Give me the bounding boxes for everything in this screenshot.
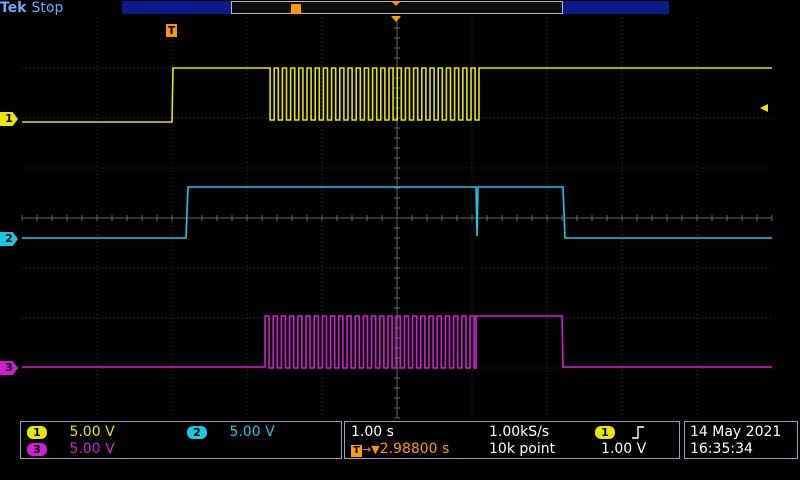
time-per-div[interactable]: 1.00 s	[351, 424, 394, 440]
channel-scale-box[interactable]: 1 5.00 V 2 5.00 V 3 5.00 V	[20, 421, 342, 459]
ch2-chip: 2	[187, 426, 207, 439]
sample-rate[interactable]: 1.00kS/s	[489, 424, 549, 440]
ch3-scale[interactable]: 5.00 V	[69, 441, 114, 457]
ch1-scale[interactable]: 5.00 V	[69, 424, 114, 440]
readout-panel: 1 5.00 V 2 5.00 V 3 5.00 V 1.00 s T →▼2.9…	[0, 420, 800, 480]
waveform-display[interactable]: T	[0, 16, 800, 420]
ch3-chip: 3	[27, 443, 47, 456]
ch1-chip: 1	[27, 426, 47, 439]
arrow-right-icon: →▼	[362, 443, 380, 456]
trigger-position-value: 2.98800 s	[379, 441, 450, 457]
datetime-box: 14 May 2021 16:35:34	[684, 421, 798, 459]
date: 14 May 2021	[690, 424, 782, 440]
record-length[interactable]: 10k point	[489, 441, 555, 457]
trigger-position-icon: T	[351, 445, 362, 457]
header-markers	[291, 1, 401, 14]
rising-edge-icon[interactable]	[631, 425, 645, 439]
trigger-level[interactable]: 1.00 V	[601, 441, 646, 457]
ch2-scale[interactable]: 5.00 V	[229, 424, 274, 440]
trigger-position-readout[interactable]: T →▼2.98800 s	[351, 441, 449, 458]
trigger-source-chip[interactable]: 1	[595, 426, 615, 439]
record-trigger-marker	[291, 4, 301, 14]
time: 16:35:34	[690, 441, 753, 457]
trigger-time-marker-label: T	[168, 24, 176, 37]
record-center-marker	[391, 1, 401, 6]
timebase-box[interactable]: 1.00 s T →▼2.98800 s 1.00kS/s 10k point 1…	[344, 421, 680, 459]
